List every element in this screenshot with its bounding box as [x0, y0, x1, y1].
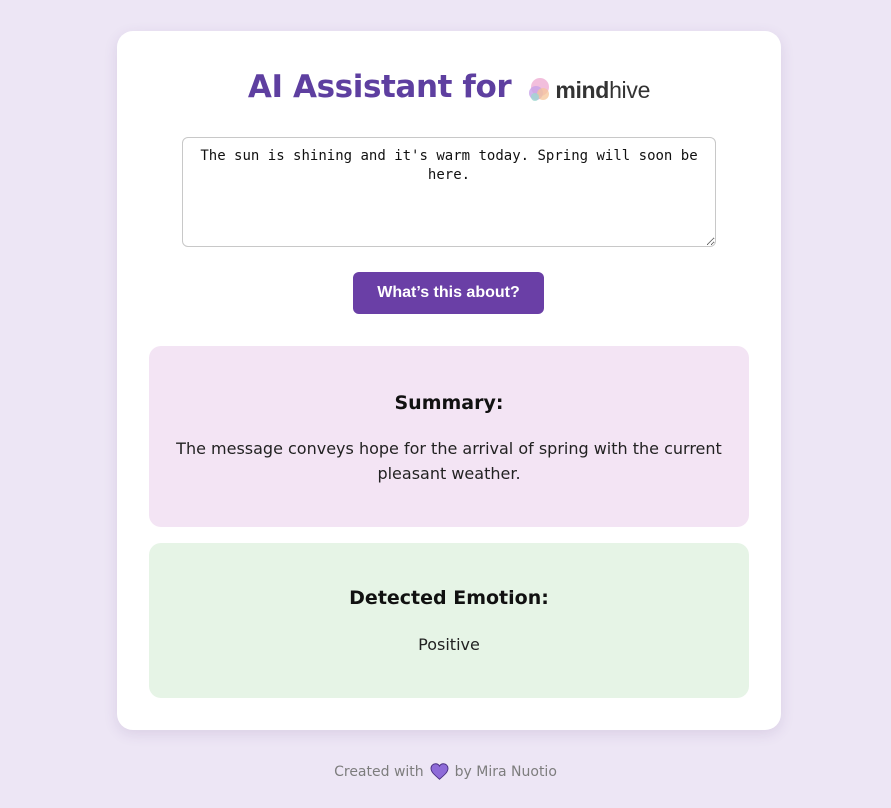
mindhive-logo: mindhive: [527, 76, 650, 104]
assistant-card: AI Assistant for mindhive The sun is shi…: [117, 31, 781, 730]
footer: Created with by Mira Nuotio: [0, 763, 891, 780]
emotion-panel: Detected Emotion: Positive: [149, 543, 749, 698]
summary-panel: Summary: The message conveys hope for th…: [149, 346, 749, 527]
logo-text-bold: mind: [555, 76, 610, 103]
message-input[interactable]: The sun is shining and it's warm today. …: [182, 137, 716, 247]
emotion-heading: Detected Emotion:: [349, 587, 549, 609]
whats-this-about-button[interactable]: What’s this about?: [353, 272, 544, 314]
summary-heading: Summary:: [394, 392, 504, 414]
footer-suffix: by Mira Nuotio: [454, 763, 557, 780]
footer-prefix: Created with: [334, 763, 424, 780]
header: AI Assistant for mindhive: [117, 69, 781, 105]
logo-text-light: hive: [609, 76, 651, 103]
summary-text: The message conveys hope for the arrival…: [176, 439, 722, 483]
page-title: AI Assistant for: [247, 69, 512, 105]
mindhive-logo-icon: [529, 78, 550, 101]
heart-icon: [430, 763, 449, 780]
emotion-value: Positive: [418, 635, 480, 654]
